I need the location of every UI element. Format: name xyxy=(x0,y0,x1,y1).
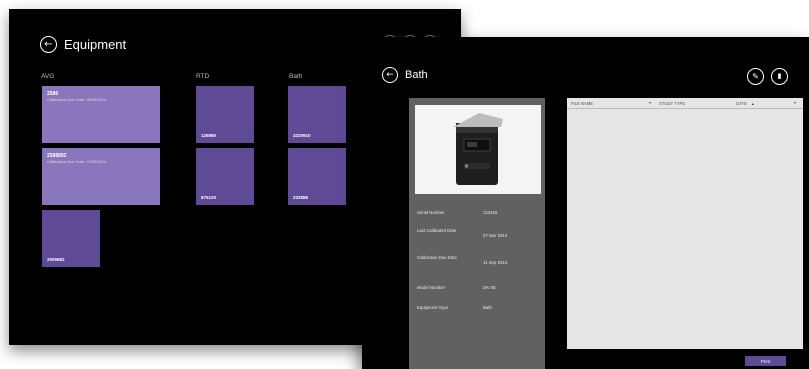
column-label: FILE NAME xyxy=(571,101,594,106)
column-date[interactable]: DATE ▲ xyxy=(736,101,755,106)
edit-icon: ✎ xyxy=(752,71,759,81)
edit-button[interactable]: ✎ xyxy=(747,68,764,85)
page-title: Equipment xyxy=(64,37,127,52)
detail-key: Serial Number xyxy=(417,210,445,215)
column-label: DATE xyxy=(736,101,747,106)
equipment-tile[interactable]: 125980 xyxy=(196,86,254,143)
column-label: STUDY TYPE xyxy=(659,101,686,106)
tile-label: 875120 xyxy=(201,195,217,200)
table-header: FILE NAME ▾ STUDY TYPE DATE ▲ ▾ xyxy=(567,98,803,109)
sort-ascending-icon: ▲ xyxy=(751,102,755,106)
detail-value: Bath xyxy=(483,305,492,310)
equipment-tile[interactable]: 232888 xyxy=(288,148,346,205)
tile-label: 232888 xyxy=(293,195,309,200)
equipment-header: ← Equipment xyxy=(40,36,126,53)
column-file-name[interactable]: FILE NAME xyxy=(571,101,593,106)
detail-key: Equipment Type xyxy=(417,305,448,310)
column-study-type[interactable]: STUDY TYPE xyxy=(659,101,685,106)
group-label-avg: AVG xyxy=(41,73,55,80)
tile-subtitle: Calibration Due Date: 07/05/2014 xyxy=(47,159,107,164)
dropdown-arrow-icon[interactable]: ▾ xyxy=(794,100,796,105)
back-arrow-icon[interactable]: ← xyxy=(382,67,398,83)
group-label-bath: Bath xyxy=(289,73,303,80)
files-table: FILE NAME ▾ STUDY TYPE DATE ▲ ▾ xyxy=(567,98,803,349)
bath-device-image xyxy=(453,113,503,185)
tile-label: 125980 xyxy=(201,133,217,138)
equipment-tile[interactable]: 875120 xyxy=(196,148,254,205)
delete-icon: ▮ xyxy=(777,72,782,80)
detail-value: DK-3B xyxy=(483,285,496,290)
detail-value: 07 Mar 2013 xyxy=(483,233,508,238)
equipment-tile[interactable]: 2588892 Calibration Due Date: 07/05/2014 xyxy=(42,148,160,205)
tile-label: 3220910 xyxy=(293,133,311,138)
delete-button[interactable]: ▮ xyxy=(771,68,788,85)
dropdown-arrow-icon[interactable]: ▾ xyxy=(649,100,651,105)
equipment-tile[interactable]: 2009682 xyxy=(42,210,100,267)
equipment-details-panel: Serial Number 123456 Last Calibrated Dat… xyxy=(409,98,545,369)
bath-screen: ← Bath ✎ ▮ Serial Number 123456 Last Cal… xyxy=(362,37,809,369)
detail-value: 11 Sep 2013 xyxy=(483,260,508,265)
detail-value: 123456 xyxy=(483,210,498,215)
detail-key: Model Number xyxy=(417,285,446,290)
tile-subtitle: Calibration Due Date: 06/25/2014 xyxy=(47,97,107,102)
print-button[interactable]: Print xyxy=(745,356,786,366)
product-image xyxy=(415,105,541,194)
back-arrow-icon[interactable]: ← xyxy=(40,36,57,53)
page-title: Bath xyxy=(405,69,428,81)
group-label-rtd: RTD xyxy=(196,73,210,80)
detail-key: Calibration Due Date xyxy=(417,255,457,260)
equipment-tile[interactable]: 3220910 xyxy=(288,86,346,143)
equipment-tile[interactable]: 2586 Calibration Due Date: 06/25/2014 xyxy=(42,86,160,143)
bath-header: ← Bath xyxy=(382,67,428,83)
tile-label: 2009682 xyxy=(47,257,65,262)
detail-key: Last Calibrated Date xyxy=(417,228,457,233)
